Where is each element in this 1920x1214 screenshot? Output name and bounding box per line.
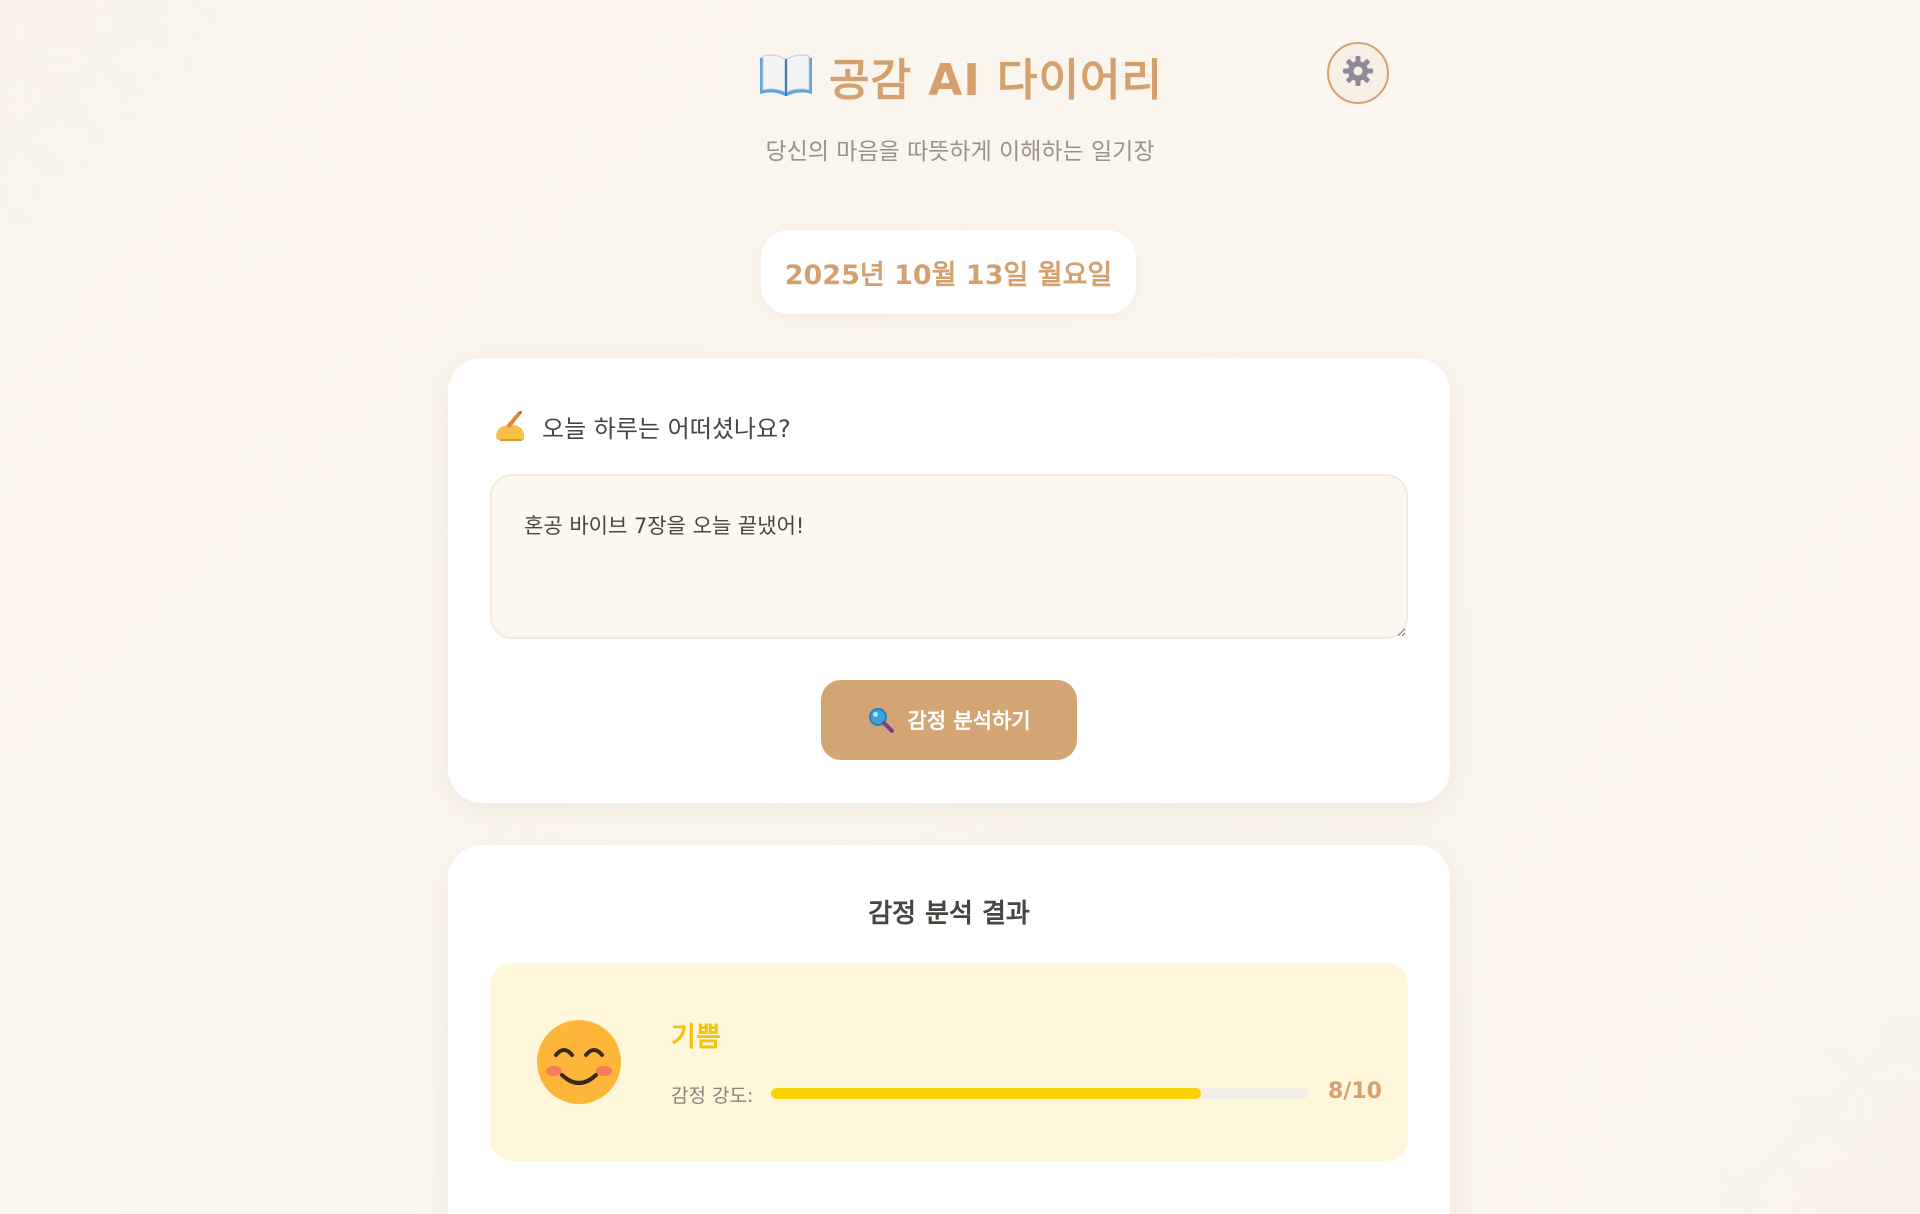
intensity-bar-fill: [771, 1088, 1201, 1099]
diary-entry-card: 오늘 하루는 어떠셨나요? 혼공 바이브 7장을 오늘 끝냈어! 감정 분석하기: [448, 358, 1450, 803]
analyze-button-label: 감정 분석하기: [907, 709, 1031, 733]
settings-button[interactable]: [1327, 42, 1389, 104]
diary-textarea[interactable]: 혼공 바이브 7장을 오늘 끝냈어!: [490, 474, 1408, 639]
magnifier-icon: [867, 706, 895, 734]
intensity-label: 감정 강도:: [671, 1085, 754, 1107]
app-subtitle: 당신의 마음을 따뜻하게 이해하는 일기장: [765, 139, 1155, 165]
entry-prompt: 오늘 하루는 어떠셨나요?: [542, 414, 791, 443]
title-row: 공감 AI 다이어리: [0, 40, 1920, 112]
emotion-name: 기쁨: [671, 1022, 721, 1053]
smiling-face-icon: [536, 1019, 622, 1105]
intensity-bar: [771, 1088, 1308, 1099]
emotion-result-card: 감정 분석 결과 기쁨 감정 강도: 8/10: [448, 845, 1450, 1214]
intensity-value: 8/10: [1328, 1079, 1382, 1104]
date-display: 2025년 10월 13일 월요일: [761, 230, 1136, 314]
emotion-summary: 기쁨 감정 강도: 8/10: [490, 963, 1408, 1161]
gear-icon: [1342, 55, 1374, 91]
analyze-emotion-button[interactable]: 감정 분석하기: [821, 680, 1077, 760]
app-header: 공감 AI 다이어리 당신의 마음을 따뜻하게 이해하는 일기장: [0, 40, 1920, 166]
writing-hand-icon: [492, 408, 528, 444]
open-book-icon: [757, 50, 815, 102]
result-title: 감정 분석 결과: [868, 899, 1030, 929]
prompt-row: 오늘 하루는 어떠셨나요?: [492, 408, 791, 444]
app-title: 공감 AI 다이어리: [829, 55, 1163, 106]
